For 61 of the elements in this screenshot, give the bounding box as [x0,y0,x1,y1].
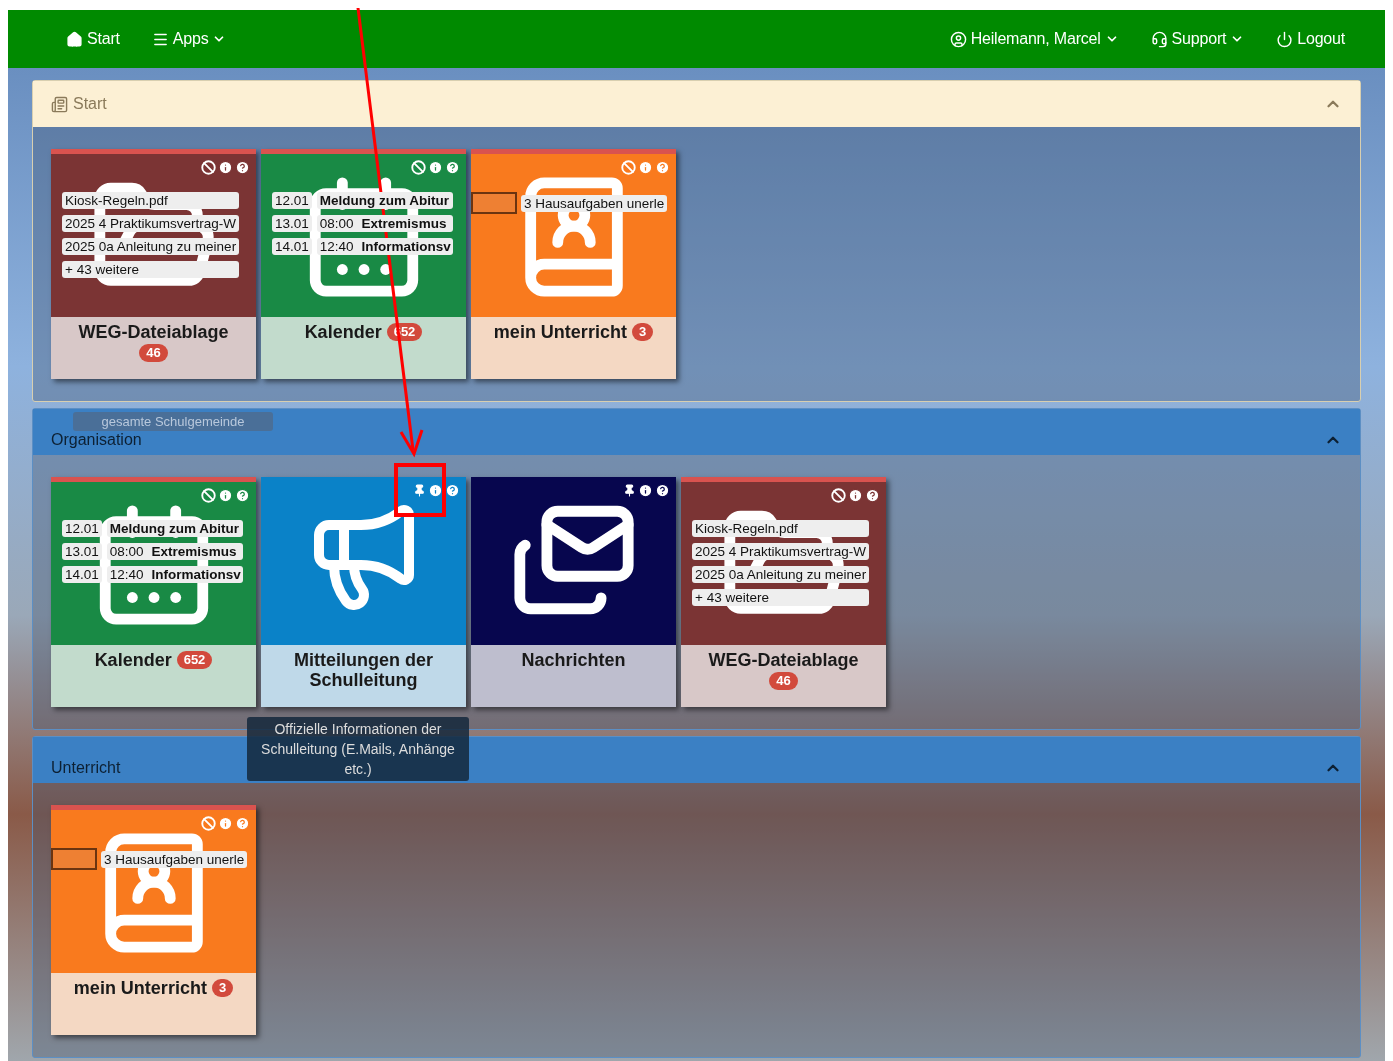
count-badge: 3 [631,323,654,341]
event-date: 12.01 [272,192,312,209]
tile-header[interactable] [471,477,676,645]
ban-icon[interactable] [411,160,426,175]
faded-tooltip: gesamte Schulgemeinde [73,412,273,431]
nav-link[interactable]: Apps [151,30,227,48]
newspaper-icon [51,95,68,113]
nav-link[interactable]: Logout [1276,30,1345,48]
section-header[interactable]: Start [33,81,1360,127]
info-icon[interactable] [218,160,233,175]
help-icon[interactable] [235,160,250,175]
event-date: 12.01 [62,520,102,537]
tile-title: Kalender [304,322,382,342]
tile-header[interactable]: Kiosk-Regeln.pdf 2025 4 Praktikumsvertrag-W 2025 0a Anleitung zu meiner + 43 weitere [51,149,256,317]
count-badge: 3 [211,979,234,997]
ban-icon[interactable] [201,488,216,503]
homework-preview: 3 Hausaufgaben unerle [521,194,668,212]
nav-link[interactable]: Support [1150,30,1245,48]
tile-title: mein Unterricht [73,978,207,998]
info-icon[interactable] [638,483,653,498]
section-title: Organisation [51,431,142,449]
count-badge: 46 [139,344,168,362]
info-icon[interactable] [848,488,863,503]
tile-header[interactable]: 12.01 Meldung zum Abitur 13.01 08:00 Extremismus 14.01 12:40 Informationsv [261,149,466,317]
color-swatch [471,192,517,214]
help-icon[interactable] [865,488,880,503]
tile-title: mein Unterricht [493,322,627,342]
tile-header[interactable]: Kiosk-Regeln.pdf 2025 4 Praktikumsvertrag-W 2025 0a Anleitung zu meiner + 43 weitere [681,477,886,645]
tile-title: Mitteilungen der Schulleitung [293,650,434,690]
help-icon[interactable] [655,483,670,498]
ban-icon[interactable] [201,160,216,175]
section-title: Start [73,95,107,113]
section-title: Unterricht [51,759,121,777]
homework-preview: 3 Hausaufgaben unerle [101,850,248,868]
event-entry: 08:00 Extremismus [106,543,243,560]
tile-header[interactable]: 12.01 Meldung zum Abitur 13.01 08:00 Extremismus 14.01 12:40 Informationsv [51,477,256,645]
ban-icon[interactable] [831,488,846,503]
color-swatch [51,848,97,870]
event-date: 14.01 [272,238,312,255]
nav-link[interactable]: Heilemann, Marcel [949,30,1119,48]
tooltip: Offizielle Informationen der Schulleitung (E.Mails, Anhänge etc.) [247,717,469,781]
user-icon [949,30,967,48]
event-entry: 12:40 Informationsv [316,238,453,255]
pin-icon[interactable] [623,484,636,497]
event-entry: Meldung zum Abitur [316,192,453,209]
nav-link[interactable]: Start [66,30,120,48]
headset-icon [1150,30,1168,48]
home-icon [66,30,83,48]
event-entry: 12:40 Informationsv [106,566,243,583]
tile-title: Kalender [94,650,172,670]
event-entry: Meldung zum Abitur [106,520,243,537]
event-date: 13.01 [62,543,102,560]
count-badge: 652 [176,651,213,669]
count-badge: 46 [769,672,798,690]
power-icon [1276,30,1294,48]
tile-title: WEG-Dateiablage [78,322,229,342]
tile-title: WEG-Dateiablage [708,650,859,670]
tile-title: Nachrichten [521,650,626,670]
event-date: 14.01 [62,566,102,583]
event-date: 13.01 [272,215,312,232]
event-entry: 08:00 Extremismus [316,215,453,232]
